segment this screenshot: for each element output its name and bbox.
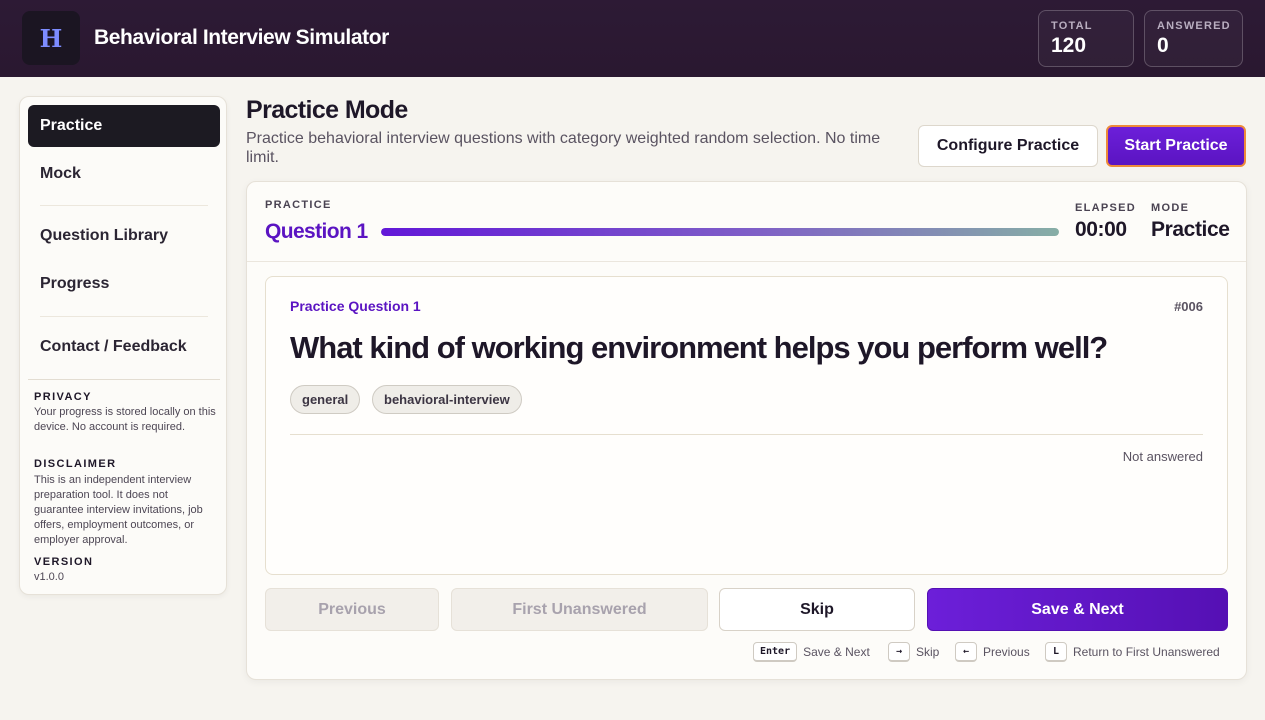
mode-value: Practice bbox=[1151, 218, 1230, 241]
shortcut-skip: → Skip bbox=[888, 642, 939, 662]
progress-bar bbox=[381, 228, 1059, 236]
sidebar: Practice Mock Question Library Progress … bbox=[19, 96, 227, 595]
shortcut-first-unanswered: L Return to First Unanswered bbox=[1045, 642, 1220, 662]
privacy-text: Your progress is stored locally on this … bbox=[34, 406, 216, 433]
save-next-button[interactable]: Save & Next bbox=[927, 588, 1228, 631]
session-kicker: PRACTICE bbox=[265, 199, 332, 211]
stat-total-label: TOTAL bbox=[1051, 20, 1093, 32]
sidebar-item-contact-feedback[interactable]: Contact / Feedback bbox=[28, 326, 220, 368]
question-divider bbox=[290, 434, 1203, 435]
logo-glyph: H bbox=[39, 23, 63, 53]
version-text: v1.0.0 bbox=[34, 571, 64, 583]
skip-button[interactable]: Skip bbox=[719, 588, 915, 631]
sidebar-item-progress[interactable]: Progress bbox=[28, 263, 220, 305]
tag-behavioral-interview: behavioral-interview bbox=[372, 385, 522, 414]
nav-divider bbox=[40, 205, 208, 206]
shortcut-previous: ← Previous bbox=[955, 642, 1030, 662]
page-title: Practice Mode bbox=[246, 96, 408, 124]
sidebar-item-label: Contact / Feedback bbox=[40, 338, 187, 355]
sidebar-item-mock[interactable]: Mock bbox=[28, 153, 220, 195]
shortcut-label: Save & Next bbox=[803, 645, 870, 659]
top-bar: H Behavioral Interview Simulator TOTAL 1… bbox=[0, 0, 1265, 77]
sidebar-item-question-library[interactable]: Question Library bbox=[28, 215, 220, 257]
sidebar-item-label: Question Library bbox=[40, 227, 169, 244]
question-number: Question 1 bbox=[265, 220, 368, 243]
card-divider bbox=[247, 261, 1246, 262]
tag-general: general bbox=[290, 385, 361, 414]
app-logo[interactable]: H bbox=[22, 11, 80, 65]
stat-total-value: 120 bbox=[1051, 34, 1087, 57]
shortcut-label: Return to First Unanswered bbox=[1073, 645, 1220, 659]
arrow-right-key: → bbox=[888, 642, 910, 662]
stat-answered: ANSWERED 0 bbox=[1144, 10, 1243, 67]
elapsed-value: 00:00 bbox=[1075, 218, 1127, 241]
practice-card: PRACTICE Question 1 ELAPSED 00:00 MODE P… bbox=[246, 181, 1247, 680]
first-unanswered-button[interactable]: First Unanswered bbox=[451, 588, 708, 631]
shortcut-label: Skip bbox=[916, 645, 940, 659]
enter-key: Enter bbox=[753, 642, 798, 662]
answer-status: Not answered bbox=[1122, 449, 1203, 464]
question-panel: Practice Question 1 #006 What kind of wo… bbox=[265, 276, 1228, 575]
stat-answered-value: 0 bbox=[1157, 34, 1169, 57]
previous-button[interactable]: Previous bbox=[265, 588, 439, 631]
stat-answered-label: ANSWERED bbox=[1157, 20, 1231, 32]
l-key: L bbox=[1045, 642, 1067, 662]
progress-fill bbox=[381, 228, 1059, 236]
sidebar-item-practice[interactable]: Practice bbox=[28, 105, 220, 147]
question-id: #006 bbox=[1174, 299, 1203, 314]
configure-practice-button[interactable]: Configure Practice bbox=[918, 125, 1098, 167]
app-title: Behavioral Interview Simulator bbox=[94, 26, 389, 49]
disclaimer-text: This is an independent interview prepara… bbox=[34, 474, 203, 546]
nav-divider bbox=[40, 316, 208, 317]
page-description: Practice behavioral interview questions … bbox=[246, 130, 881, 166]
question-kicker: Practice Question 1 bbox=[290, 298, 421, 314]
sidebar-divider bbox=[28, 379, 220, 380]
mode-label: MODE bbox=[1151, 202, 1190, 214]
sidebar-item-label: Practice bbox=[40, 117, 103, 134]
version-title: VERSION bbox=[34, 556, 94, 568]
question-text: What kind of working environment helps y… bbox=[290, 330, 1108, 365]
disclaimer-title: DISCLAIMER bbox=[34, 458, 117, 470]
shortcut-label: Previous bbox=[983, 645, 1030, 659]
sidebar-item-label: Progress bbox=[40, 275, 110, 292]
shortcut-save-next: Enter Save & Next bbox=[753, 642, 870, 662]
privacy-title: PRIVACY bbox=[34, 391, 92, 403]
elapsed-label: ELAPSED bbox=[1075, 202, 1137, 214]
stat-total: TOTAL 120 bbox=[1038, 10, 1134, 67]
start-practice-button[interactable]: Start Practice bbox=[1106, 125, 1246, 167]
sidebar-item-label: Mock bbox=[40, 165, 81, 182]
arrow-left-key: ← bbox=[955, 642, 977, 662]
